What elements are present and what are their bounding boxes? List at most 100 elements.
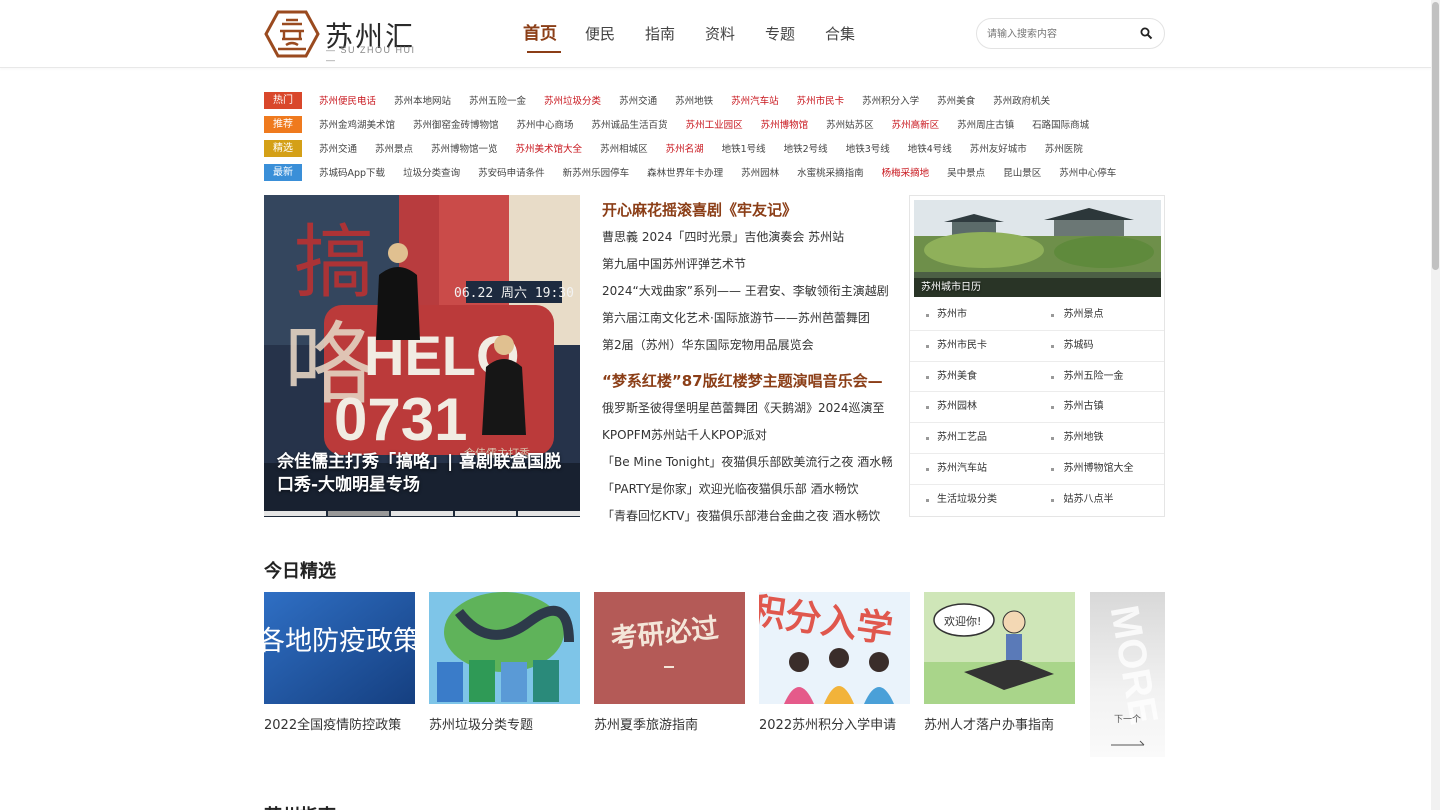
quick-link[interactable]: 苏州姑苏区 xyxy=(826,117,874,131)
quick-link[interactable]: 地铁2号线 xyxy=(784,141,828,155)
featured-carousel[interactable]: 06.22 周六 19:30 搞 咯 HELO 0731 佘佳儒主打秀 佘佳儒主… xyxy=(264,195,580,517)
quick-link[interactable]: 苏州本地网站 xyxy=(394,93,451,107)
search-input[interactable] xyxy=(987,25,1137,43)
quick-link[interactable]: 苏州汽车站 xyxy=(731,93,779,107)
quick-link[interactable]: 苏州名湖 xyxy=(666,141,704,155)
carousel-dot[interactable] xyxy=(391,511,453,516)
pick-card[interactable]: 苏州垃圾分类专题 xyxy=(429,592,580,733)
panel-row: 苏州园林 苏州古镇 xyxy=(910,392,1165,424)
quick-link[interactable]: 地铁4号线 xyxy=(908,141,952,155)
quick-link[interactable]: 苏州五险一金 xyxy=(469,93,526,107)
city-calendar-image[interactable]: 苏州城市日历 xyxy=(914,200,1161,297)
carousel-dot[interactable] xyxy=(454,511,517,516)
site-logo[interactable]: 苏州汇 — SU ZHOU HUI — xyxy=(264,9,424,65)
news-item[interactable]: 「Be Mine Tonight」夜猫俱乐部欧美流行之夜 酒水畅 xyxy=(602,449,892,476)
pick-card[interactable]: 积分入学 2022苏州积分入学申请 xyxy=(759,592,910,733)
panel-link[interactable]: 苏州市 xyxy=(910,300,1038,330)
quick-link[interactable]: 苏州博物馆一览 xyxy=(431,141,498,155)
quick-link[interactable]: 苏州便民电话 xyxy=(319,93,376,107)
news-headline[interactable]: “梦系红楼”87版红楼梦主题演唱音乐会— xyxy=(602,367,892,395)
news-headline[interactable]: 开心麻花摇滚喜剧《牢友记》 xyxy=(602,196,892,224)
quick-link[interactable]: 苏州中心商场 xyxy=(517,117,574,131)
panel-link[interactable]: 苏城码 xyxy=(1038,331,1165,361)
quick-link[interactable]: 苏州博物馆 xyxy=(761,117,809,131)
panel-link[interactable]: 苏州美食 xyxy=(910,362,1038,392)
scrollbar[interactable] xyxy=(1431,0,1440,810)
panel-link[interactable]: 苏州汽车站 xyxy=(910,454,1038,484)
panel-link[interactable]: 生活垃圾分类 xyxy=(910,485,1038,516)
news-item[interactable]: 「青春回忆KTV」夜猫俱乐部港台金曲之夜 酒水畅饮 xyxy=(602,503,892,530)
nav-home[interactable]: 首页 xyxy=(510,0,570,68)
panel-link[interactable]: 苏州景点 xyxy=(1038,300,1165,330)
pick-card[interactable]: 欢迎你! 苏州人才落户办事指南 xyxy=(924,592,1075,733)
quick-link[interactable]: 杨梅采摘地 xyxy=(882,165,930,179)
quick-link[interactable]: 新苏州乐园停车 xyxy=(563,165,630,179)
quick-link[interactable]: 苏州美术馆大全 xyxy=(516,141,583,155)
quick-link[interactable]: 苏安码申请条件 xyxy=(478,165,545,179)
quick-link[interactable]: 地铁3号线 xyxy=(846,141,890,155)
quick-link[interactable]: 苏州美食 xyxy=(937,93,975,107)
quick-link[interactable]: 苏州工业园区 xyxy=(686,117,743,131)
search-icon[interactable] xyxy=(1140,27,1153,40)
next-button[interactable]: MORE 下一个 xyxy=(1090,592,1165,757)
news-item[interactable]: 「PARTY是你家」欢迎光临夜猫俱乐部 酒水畅饮 xyxy=(602,476,892,503)
poster-number: 0731 xyxy=(334,386,467,453)
nav-convenience[interactable]: 便民 xyxy=(570,0,630,68)
news-item[interactable]: 曹思義 2024「四时光景」吉他演奏会 苏州站 xyxy=(602,224,892,251)
news-item[interactable]: 第2届（苏州）华东国际宠物用品展览会 xyxy=(602,332,892,359)
quick-link[interactable]: 苏州交通 xyxy=(619,93,657,107)
quick-link[interactable]: 苏州御窑金砖博物馆 xyxy=(413,117,499,131)
quick-link[interactable]: 苏州政府机关 xyxy=(993,93,1050,107)
nav-resources[interactable]: 资料 xyxy=(690,0,750,68)
quick-link[interactable]: 昆山景区 xyxy=(1003,165,1041,179)
quick-link[interactable]: 苏州诚品生活百货 xyxy=(592,117,668,131)
quick-link[interactable]: 苏州友好城市 xyxy=(970,141,1027,155)
quick-link[interactable]: 苏州垃圾分类 xyxy=(544,93,601,107)
news-item[interactable]: 2024“大戏曲家”系列—— 王君安、李敏领衔主演越剧 xyxy=(602,278,892,305)
link-row: 推荐 苏州金鸡湖美术馆 苏州御窑金砖博物馆 苏州中心商场 苏州诚品生活百货 苏州工业园区 苏… xyxy=(264,112,1164,136)
quick-link[interactable]: 苏州景点 xyxy=(375,141,413,155)
quick-link[interactable]: 苏州园林 xyxy=(741,165,779,179)
nav-guide[interactable]: 指南 xyxy=(630,0,690,68)
panel-link[interactable]: 苏州工艺品 xyxy=(910,423,1038,453)
quick-link[interactable]: 苏城码App下载 xyxy=(319,165,385,179)
panel-link[interactable]: 苏州地铁 xyxy=(1038,423,1165,453)
quick-link[interactable]: 苏州金鸡湖美术馆 xyxy=(319,117,395,131)
quick-link[interactable]: 苏州地铁 xyxy=(675,93,713,107)
quick-link[interactable]: 苏州相城区 xyxy=(600,141,648,155)
quick-link[interactable]: 苏州市民卡 xyxy=(797,93,845,107)
carousel-dot[interactable] xyxy=(518,511,580,516)
quick-link[interactable]: 苏州中心停车 xyxy=(1059,165,1116,179)
quick-link[interactable]: 森林世界年卡办理 xyxy=(647,165,723,179)
city-panel: 苏州城市日历 苏州市 苏州景点 苏州市民卡 苏城码 苏州美食 苏州五险一金 苏州园林 苏州古镇… xyxy=(909,195,1165,517)
carousel-dot-active[interactable] xyxy=(327,511,390,516)
pick-card[interactable]: 考研必过 苏州夏季旅游指南 xyxy=(594,592,745,733)
quick-link[interactable]: 苏州高新区 xyxy=(892,117,940,131)
quick-link[interactable]: 苏州积分入学 xyxy=(862,93,919,107)
scrollbar-thumb[interactable] xyxy=(1432,2,1439,270)
nav-topics[interactable]: 专题 xyxy=(750,0,810,68)
news-item[interactable]: 俄罗斯圣彼得堡明星芭蕾舞团《天鹅湖》2024巡演至 xyxy=(602,395,892,422)
quick-link[interactable]: 苏州周庄古镇 xyxy=(957,117,1014,131)
panel-link[interactable]: 姑苏八点半 xyxy=(1038,485,1165,516)
panel-link[interactable]: 苏州市民卡 xyxy=(910,331,1038,361)
quick-link[interactable]: 石路国际商城 xyxy=(1032,117,1089,131)
quick-links: 热门 苏州便民电话 苏州本地网站 苏州五险一金 苏州垃圾分类 苏州交通 苏州地铁 苏州汽车站苏… xyxy=(264,88,1164,184)
panel-link[interactable]: 苏州博物馆大全 xyxy=(1038,454,1165,484)
quick-link[interactable]: 垃圾分类查询 xyxy=(403,165,460,179)
carousel-dot[interactable] xyxy=(264,511,326,516)
quick-link[interactable]: 吴中景点 xyxy=(947,165,985,179)
news-item[interactable]: 第九届中国苏州评弹艺术节 xyxy=(602,251,892,278)
panel-link[interactable]: 苏州五险一金 xyxy=(1038,362,1165,392)
quick-link[interactable]: 地铁1号线 xyxy=(722,141,766,155)
pick-card[interactable]: 各地防疫政策 2022全国疫情防控政策 xyxy=(264,592,415,733)
quick-link[interactable]: 苏州医院 xyxy=(1045,141,1083,155)
quick-link[interactable]: 水蜜桃采摘指南 xyxy=(797,165,864,179)
panel-link[interactable]: 苏州古镇 xyxy=(1038,392,1165,422)
news-item[interactable]: 第六届江南文化艺术·国际旅游节——苏州芭蕾舞团 xyxy=(602,305,892,332)
quick-link[interactable]: 苏州交通 xyxy=(319,141,357,155)
news-item[interactable]: KPOPFM苏州站千人KPOP派对 xyxy=(602,422,892,449)
carousel-caption[interactable]: 佘佳儒主打秀「搞咯」| 喜剧联盒国脱口秀-大咖明星专场 xyxy=(277,451,567,497)
panel-link[interactable]: 苏州园林 xyxy=(910,392,1038,422)
nav-collections[interactable]: 合集 xyxy=(810,0,870,68)
